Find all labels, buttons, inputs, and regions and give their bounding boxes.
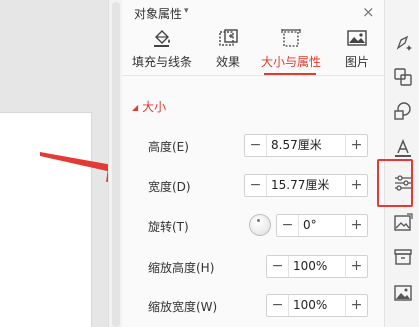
tab-size-and-properties[interactable]: 大小与属性 [260,28,322,72]
scrollbar-thumb[interactable] [112,2,120,327]
rotation-decrease-button[interactable]: − [277,215,299,236]
shape-switch-icon [394,68,412,86]
rotation-increase-button[interactable]: + [345,215,367,236]
text-format-button[interactable] [392,138,414,160]
close-icon[interactable]: × [362,3,375,21]
image-tool-button[interactable] [392,212,414,234]
tab-picture[interactable]: 图片 [340,28,374,72]
rotation-label: 旋转(T) [148,220,189,234]
fill-bucket-icon [154,30,170,47]
scale-width-stepper[interactable]: − 100% + [266,294,368,317]
image-tool-icon [394,213,413,231]
scale-width-increase-button[interactable]: + [345,295,367,316]
size-properties-icon [281,29,301,47]
scale-width-decrease-button[interactable]: − [267,295,289,316]
tab-label: 大小与属性 [260,55,321,69]
rotation-stepper[interactable]: − 0° + [276,214,368,237]
sparkle-style-icon [396,35,412,51]
tab-effects[interactable]: 效果 [208,28,248,72]
scale-height-input[interactable]: 100% [289,256,345,277]
panel-header: 对象属性 ▾ × [122,0,384,26]
archive-icon [394,249,412,265]
height-label: 高度(E) [148,140,189,154]
height-row: 高度(E) − 8.57厘米 + [122,134,384,158]
scale-height-stepper[interactable]: − 100% + [266,255,368,278]
height-increase-button[interactable]: + [345,135,367,156]
tabs-divider [122,75,384,76]
rotation-row: 旋转(T) − 0° + [122,214,384,238]
document-page[interactable] [0,112,92,327]
text-format-icon [395,139,411,157]
properties-button[interactable] [392,172,414,194]
tab-label: 效果 [215,55,240,69]
document-canvas [0,0,108,327]
effects-icon [219,29,238,46]
width-increase-button[interactable]: + [345,175,367,196]
scale-height-decrease-button[interactable]: − [267,256,289,277]
property-tabs: 填充与线条 效果 大小与属性 图片 [122,28,384,72]
properties-sliders-icon [395,175,411,191]
picture-button[interactable] [392,282,414,304]
title-dropdown-icon[interactable]: ▾ [184,6,189,16]
archive-button[interactable] [392,246,414,268]
right-side-toolbar [384,0,419,327]
scale-height-row: 缩放高度(H) − 100% + [122,255,384,279]
height-decrease-button[interactable]: − [245,135,267,156]
scale-width-row: 缩放宽度(W) − 100% + [122,294,384,318]
collapse-triangle-icon: ◢ [132,103,139,112]
picture-icon [394,285,412,301]
scale-height-increase-button[interactable]: + [345,256,367,277]
object-properties-panel: 对象属性 ▾ × 填充与线条 效果 大小与属性 图片 ◢ 大小 高度(E) − … [122,0,384,327]
section-title: 大小 [142,100,167,114]
width-stepper[interactable]: − 15.77厘米 + [244,174,368,197]
shapes-button[interactable] [392,100,414,122]
shape-switch-button[interactable] [392,66,414,88]
height-input[interactable]: 8.57厘米 [267,135,345,156]
width-decrease-button[interactable]: − [245,175,267,196]
document-scrollbar[interactable] [108,0,122,327]
sparkle-style-button[interactable] [392,32,414,54]
width-label: 宽度(D) [148,180,191,194]
rotation-input[interactable]: 0° [299,215,345,236]
width-input[interactable]: 15.77厘米 [267,175,345,196]
scale-width-label: 缩放宽度(W) [148,300,218,314]
height-stepper[interactable]: − 8.57厘米 + [244,134,368,157]
tab-label: 图片 [344,55,369,69]
width-row: 宽度(D) − 15.77厘米 + [122,174,384,198]
shapes-icon [394,102,411,120]
rotation-dial[interactable] [249,214,271,236]
panel-title[interactable]: 对象属性 [134,5,182,22]
tab-fill-and-line[interactable]: 填充与线条 [128,28,196,72]
scale-height-label: 缩放高度(H) [148,261,215,275]
section-size-header[interactable]: ◢ 大小 [132,98,166,115]
tab-label: 填充与线条 [131,55,192,69]
picture-icon [347,30,367,46]
scale-width-input[interactable]: 100% [289,295,345,316]
